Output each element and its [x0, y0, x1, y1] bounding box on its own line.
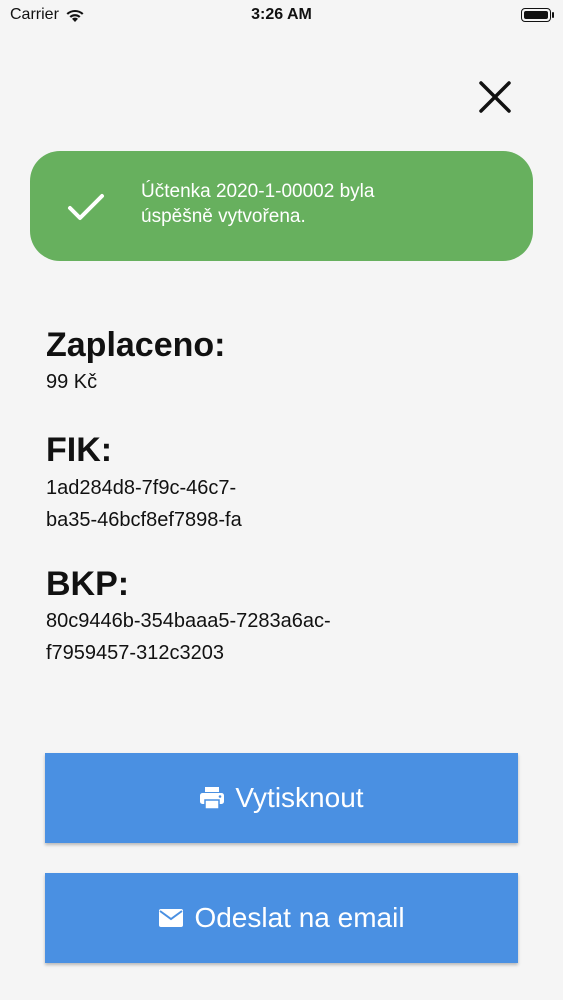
bkp-value-line2: f7959457-312c3203: [46, 642, 224, 664]
email-icon: [159, 909, 184, 927]
print-button-label: Vytisknout: [235, 782, 364, 813]
fik-title: FIK:: [46, 431, 113, 469]
status-time: 3:26 AM: [251, 6, 312, 23]
paid-title: Zaplaceno:: [46, 326, 226, 364]
fik-value-line1: 1ad284d8-7f9c-46c7-: [46, 477, 237, 499]
fik-value: 1ad284d8-7f9c-46c7- ba35-46bcf8ef7898-fa: [46, 472, 466, 536]
toast-message-line1: Účtenka 2020-1-00002 byla: [141, 181, 375, 202]
close-button[interactable]: [476, 78, 514, 116]
printer-icon: [200, 787, 225, 810]
success-toast: Účtenka 2020-1-00002 byla úspěšně vytvoř…: [30, 151, 533, 261]
battery-icon: [521, 8, 554, 22]
bkp-title: BKP:: [46, 565, 130, 603]
print-button[interactable]: Vytisknout: [45, 753, 518, 843]
close-icon: [479, 81, 511, 113]
bkp-value: 80c9446b-354baaa5-7283a6ac- f7959457-312…: [46, 605, 466, 669]
bkp-value-line1: 80c9446b-354baaa5-7283a6ac-: [46, 610, 331, 632]
toast-message-line2: úspěšně vytvořena.: [141, 206, 306, 227]
paid-value: 99 Kč: [46, 371, 98, 393]
send-email-button-label: Odeslat na email: [194, 902, 405, 933]
fik-value-line2: ba35-46bcf8ef7898-fa: [46, 509, 242, 531]
status-bar: Carrier 3:26 AM: [0, 0, 563, 30]
toast-message: Účtenka 2020-1-00002 byla úspěšně vytvoř…: [141, 179, 441, 229]
send-email-button[interactable]: Odeslat na email: [45, 873, 518, 963]
checkmark-icon: [68, 194, 104, 220]
